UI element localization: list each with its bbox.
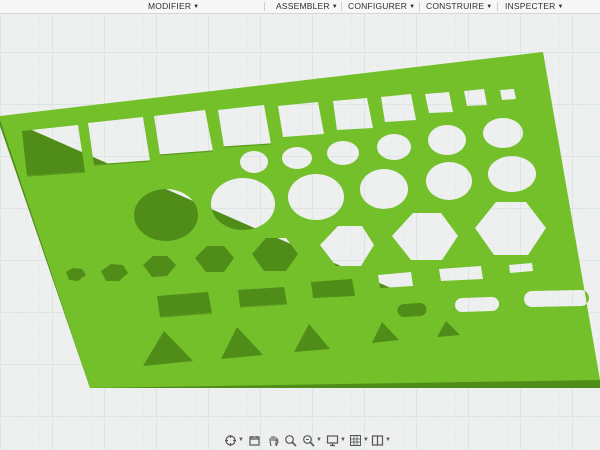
viewport-canvas[interactable] bbox=[0, 14, 600, 450]
pan-button[interactable] bbox=[267, 432, 280, 448]
model-viewport[interactable] bbox=[0, 14, 600, 450]
caret-down-icon: ▼ bbox=[340, 437, 346, 443]
menu-assembler[interactable]: ASSEMBLER ▼ bbox=[276, 0, 338, 13]
caret-down-icon: ▼ bbox=[193, 4, 200, 10]
navigation-toolbar: ▼ ▼ ▼ ▼ ▼ bbox=[220, 432, 391, 448]
menu-inspecter[interactable]: INSPECTER ▼ bbox=[505, 0, 564, 13]
caret-down-icon: ▼ bbox=[557, 4, 564, 10]
look-at-button[interactable] bbox=[248, 432, 261, 448]
menu-separator bbox=[341, 2, 342, 11]
grid-settings-icon bbox=[350, 434, 361, 446]
menu-construire[interactable]: CONSTRUIRE ▼ bbox=[426, 0, 492, 13]
menu-modifier[interactable]: MODIFIER ▼ bbox=[148, 0, 199, 13]
display-settings-button[interactable]: ▼ bbox=[326, 432, 346, 448]
caret-down-icon: ▼ bbox=[331, 4, 338, 10]
zoom-icon bbox=[285, 434, 297, 447]
caret-down-icon: ▼ bbox=[238, 437, 244, 443]
menu-configurer[interactable]: CONFIGURER ▼ bbox=[348, 0, 415, 13]
caret-down-icon: ▼ bbox=[409, 4, 416, 10]
look-at-icon bbox=[249, 435, 260, 446]
caret-down-icon: ▼ bbox=[385, 437, 391, 443]
menu-separator bbox=[497, 2, 498, 11]
viewports-button[interactable]: ▼ bbox=[371, 432, 391, 448]
caret-down-icon: ▼ bbox=[363, 437, 369, 443]
caret-down-icon: ▼ bbox=[316, 437, 322, 443]
top-menu-bar: MODIFIER ▼ ASSEMBLER ▼ CONFIGURER ▼ CONSTRU… bbox=[0, 0, 600, 14]
display-settings-icon bbox=[326, 434, 339, 446]
menu-separator bbox=[419, 2, 420, 11]
zoom-button[interactable] bbox=[284, 432, 297, 448]
orbit-button[interactable]: ▼ bbox=[224, 432, 244, 448]
pan-hand-icon bbox=[269, 435, 279, 446]
zoom-window-button[interactable]: ▼ bbox=[302, 432, 322, 448]
orbit-icon bbox=[225, 434, 236, 446]
zoom-window-icon bbox=[303, 434, 315, 447]
caret-down-icon: ▼ bbox=[486, 4, 493, 10]
viewports-icon bbox=[371, 434, 384, 446]
grid-settings-button[interactable]: ▼ bbox=[349, 432, 369, 448]
menu-separator bbox=[264, 2, 265, 11]
